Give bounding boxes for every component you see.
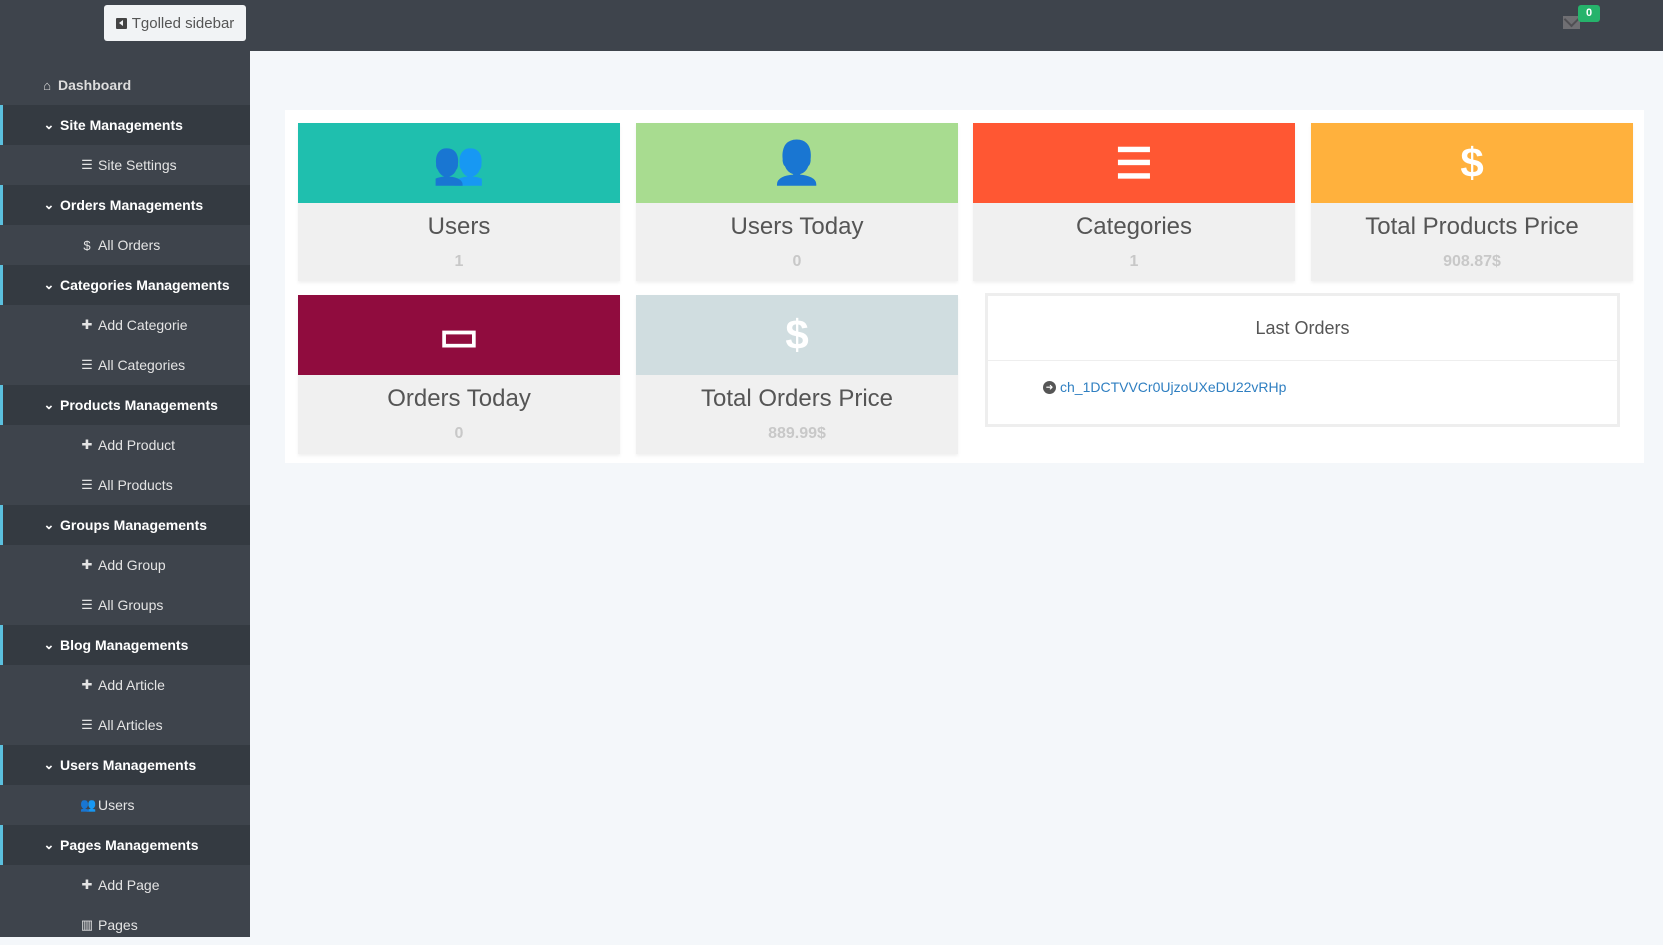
order-link[interactable]: ➜ ch_1DCTVVCr0UjzoUXeDU22vRHp bbox=[988, 361, 1617, 395]
plus-icon: ✚ bbox=[81, 677, 93, 692]
sidebar-item-label: Dashboard bbox=[58, 77, 132, 93]
sidebar-item-groups-managements[interactable]: ⌄ Groups Managements bbox=[0, 505, 250, 545]
sidebar-item-label: Add Product bbox=[98, 437, 176, 453]
sidebar-item-label: Site Settings bbox=[98, 157, 177, 173]
sidebar-item-label: Add Categorie bbox=[98, 317, 188, 333]
sidebar-item-add-categorie[interactable]: ✚ Add Categorie bbox=[0, 305, 250, 345]
stat-title: Categories bbox=[1075, 213, 1193, 240]
sidebar-item-all-orders[interactable]: $ All Orders bbox=[0, 225, 250, 265]
chevron-down-icon: ⌄ bbox=[43, 397, 55, 412]
sidebar-item-products-managements[interactable]: ⌄ Products Managements bbox=[0, 385, 250, 425]
stat-title: Orders Today bbox=[387, 385, 531, 412]
users-icon: 👥 bbox=[432, 138, 486, 186]
chevron-down-icon: ⌄ bbox=[43, 517, 55, 532]
home-icon: ⌂ bbox=[43, 77, 51, 93]
sidebar-item-label: All Articles bbox=[98, 717, 163, 733]
list-icon: ☰ bbox=[81, 477, 93, 492]
sidebar-item-label: Add Article bbox=[98, 677, 165, 693]
stat-value: 908.87$ bbox=[1443, 253, 1501, 270]
sidebar-item-label: Orders Managements bbox=[60, 197, 204, 213]
stat-title: Users Today bbox=[730, 213, 864, 240]
stat-card-total-products-price: $ Total Products Price 908.87$ bbox=[1311, 123, 1633, 281]
sidebar-item-pages-managements[interactable]: ⌄ Pages Managements bbox=[0, 825, 250, 865]
sidebar-item-label: All Categories bbox=[98, 357, 186, 373]
stat-card-categories: ☰ Categories 1 bbox=[973, 123, 1295, 281]
caret-left-icon bbox=[115, 17, 127, 29]
chevron-down-icon: ⌄ bbox=[43, 197, 55, 212]
sidebar-item-label: Users bbox=[98, 797, 135, 813]
stat-title: Total Orders Price bbox=[700, 385, 894, 412]
sidebar-item-label: All Products bbox=[98, 477, 173, 493]
sidebar-item-label: Groups Managements bbox=[60, 517, 208, 533]
chevron-down-icon: ⌄ bbox=[43, 637, 55, 652]
sidebar-item-label: All Groups bbox=[98, 597, 164, 613]
chevron-down-icon: ⌄ bbox=[43, 277, 55, 292]
toggle-sidebar-button[interactable]: Tgolled sidebar bbox=[104, 5, 246, 41]
sidebar-item-all-groups[interactable]: ☰ All Groups bbox=[0, 585, 250, 625]
sidebar-item-label: Blog Managements bbox=[60, 637, 189, 653]
dollar-icon: $ bbox=[785, 311, 809, 358]
list-icon: ☰ bbox=[1115, 139, 1153, 187]
last-orders-title: Last Orders bbox=[988, 296, 1617, 361]
sidebar-item-orders-managements[interactable]: ⌄ Orders Managements bbox=[0, 185, 250, 225]
stat-value: 0 bbox=[454, 425, 464, 442]
sidebar-item-blog-managements[interactable]: ⌄ Blog Managements bbox=[0, 625, 250, 665]
stat-card-users: 👥 Users 1 bbox=[298, 123, 620, 281]
sidebar-item-label: Pages Managements bbox=[60, 837, 199, 853]
sidebar: ⌂ Dashboard ⌄ Site Managements ☰ Site Setting… bbox=[0, 51, 250, 937]
notification-badge: 0 bbox=[1578, 5, 1600, 22]
sidebar-item-label: All Orders bbox=[98, 237, 161, 253]
sidebar-item-label: Pages bbox=[98, 917, 138, 933]
sidebar-item-label: Categories Managements bbox=[60, 277, 230, 293]
sidebar-item-pages[interactable]: ▥ Pages bbox=[0, 905, 250, 945]
sidebar-item-label: Products Managements bbox=[60, 397, 218, 413]
sidebar-item-all-products[interactable]: ☰ All Products bbox=[0, 465, 250, 505]
sidebar-item-add-article[interactable]: ✚ Add Article bbox=[0, 665, 250, 705]
credit-card-icon: ▭ bbox=[439, 311, 479, 359]
sidebar-item-add-page[interactable]: ✚ Add Page bbox=[0, 865, 250, 905]
plus-icon: ✚ bbox=[81, 877, 93, 892]
sidebar-item-users[interactable]: 👥 Users bbox=[0, 785, 250, 825]
chevron-down-icon: ⌄ bbox=[43, 837, 55, 852]
plus-icon: ✚ bbox=[81, 437, 93, 452]
sidebar-item-site-managements[interactable]: ⌄ Site Managements bbox=[0, 105, 250, 145]
top-navbar: Tgolled sidebar 0 bbox=[0, 0, 1663, 51]
sidebar-item-dashboard[interactable]: ⌂ Dashboard bbox=[0, 65, 250, 105]
sidebar-item-categories-managements[interactable]: ⌄ Categories Managements bbox=[0, 265, 250, 305]
list-icon: ☰ bbox=[81, 717, 93, 732]
plus-icon: ✚ bbox=[81, 557, 93, 572]
stat-value: 1 bbox=[454, 253, 464, 270]
stat-card-total-orders-price: $ Total Orders Price 889.99$ bbox=[636, 295, 958, 454]
stat-value: 1 bbox=[1129, 253, 1139, 270]
columns-icon: ▥ bbox=[80, 917, 94, 932]
chevron-down-icon: ⌄ bbox=[43, 757, 55, 772]
stat-card-users-today: 👤 Users Today 0 bbox=[636, 123, 958, 281]
stat-card-orders-today: ▭ Orders Today 0 bbox=[298, 295, 620, 454]
list-icon: ☰ bbox=[81, 597, 93, 612]
hand-dollar-icon: $ bbox=[83, 237, 91, 253]
sidebar-item-label: Site Managements bbox=[60, 117, 183, 133]
last-orders-panel: Last Orders ➜ ch_1DCTVVCr0UjzoUXeDU22vRHp bbox=[985, 293, 1620, 427]
sidebar-item-label: Add Group bbox=[98, 557, 166, 573]
dollar-icon: $ bbox=[1460, 139, 1484, 186]
sidebar-item-users-managements[interactable]: ⌄ Users Managements bbox=[0, 745, 250, 785]
stat-title: Users bbox=[427, 213, 491, 240]
sidebar-item-all-articles[interactable]: ☰ All Articles bbox=[0, 705, 250, 745]
chevron-down-icon: ⌄ bbox=[43, 117, 55, 132]
plus-icon: ✚ bbox=[81, 317, 93, 332]
user-clock-icon: 👤 bbox=[770, 138, 824, 186]
list-icon: ☰ bbox=[81, 357, 93, 372]
stat-title: Total Products Price bbox=[1365, 213, 1579, 240]
sidebar-item-label: Users Managements bbox=[60, 757, 197, 773]
stat-value: 0 bbox=[792, 253, 802, 270]
sliders-icon: ☰ bbox=[81, 157, 93, 172]
sidebar-item-label: Add Page bbox=[98, 877, 160, 893]
sidebar-item-all-categories[interactable]: ☰ All Categories bbox=[0, 345, 250, 385]
sidebar-item-site-settings[interactable]: ☰ Site Settings bbox=[0, 145, 250, 185]
arrow-circle-right-icon: ➜ bbox=[1043, 380, 1056, 394]
stat-value: 889.99$ bbox=[768, 425, 826, 442]
sidebar-item-add-product[interactable]: ✚ Add Product bbox=[0, 425, 250, 465]
sidebar-item-add-group[interactable]: ✚ Add Group bbox=[0, 545, 250, 585]
users-icon: 👥 bbox=[80, 797, 97, 812]
